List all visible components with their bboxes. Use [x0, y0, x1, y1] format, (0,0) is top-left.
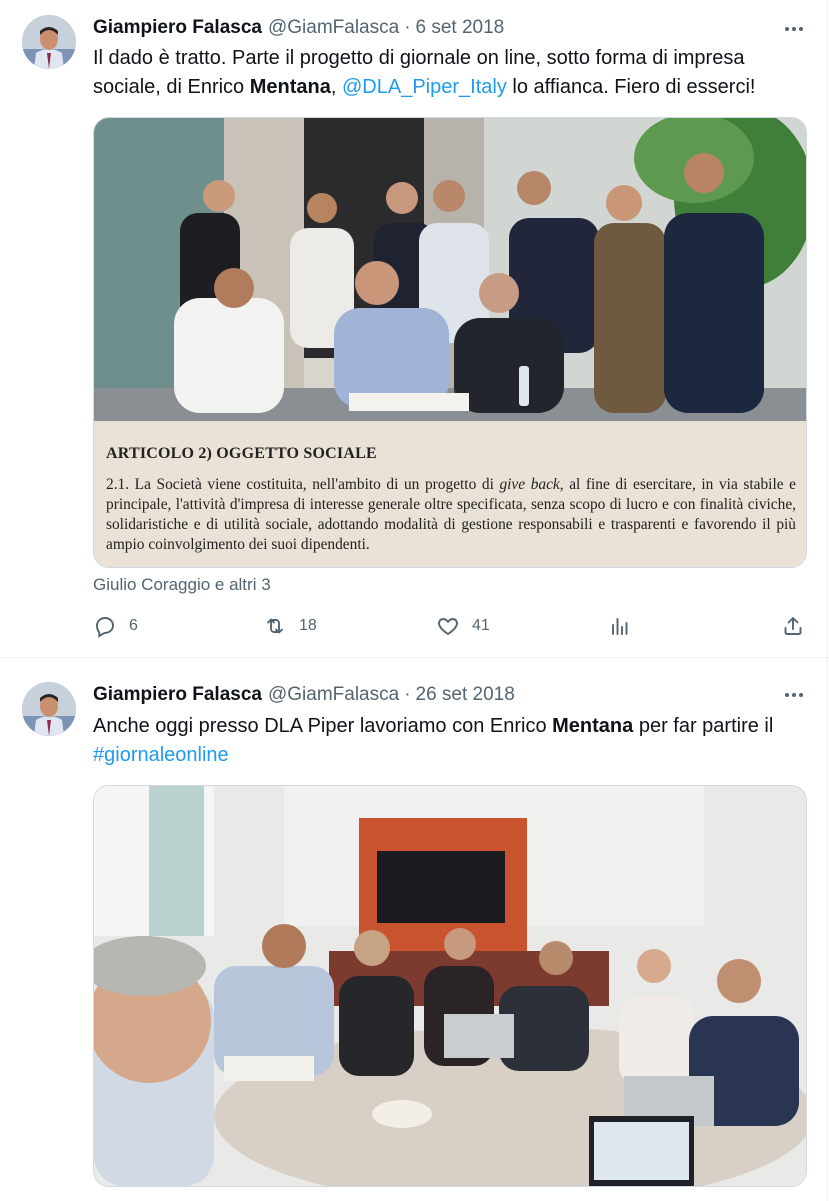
avatar[interactable] [22, 15, 76, 69]
separator: · [404, 684, 411, 705]
article-heading: ARTICOLO 2) OGGETTO SOCIALE [106, 445, 377, 462]
hashtag-link[interactable]: #giornaleonline [93, 744, 229, 766]
like-count: 41 [472, 617, 490, 634]
tweet-text: Il dado è tratto. Parte il progetto di g… [93, 44, 799, 102]
retweet-icon [267, 618, 283, 634]
article-body-italic: give back [499, 476, 560, 493]
article-excerpt: ARTICOLO 2) OGGETTO SOCIALE 2.1. La Soci… [94, 421, 806, 567]
tweet-date[interactable]: 26 set 2018 [416, 684, 515, 706]
retweet-count: 18 [299, 617, 317, 634]
liked-by[interactable]: Giulio Coraggio e altri 3 [93, 575, 271, 595]
tweet-photo[interactable]: ARTICOLO 2) OGGETTO SOCIALE 2.1. La Soci… [93, 117, 807, 568]
tweet-photo[interactable] [93, 785, 807, 1187]
mention-link[interactable]: @DLA_Piper_Italy [342, 76, 507, 98]
text-segment: lo affianca. Fiero di esserci! [506, 76, 756, 98]
retweet-button[interactable]: 18 [263, 614, 317, 638]
author-name[interactable]: Giampiero Falasca [93, 17, 262, 39]
reply-button[interactable]: 6 [93, 614, 138, 638]
reply-icon [96, 617, 114, 638]
avatar[interactable] [22, 682, 76, 736]
timeline-divider [827, 0, 828, 657]
highlighted-term: Mentana [552, 715, 634, 737]
timeline-divider [827, 658, 828, 1201]
share-icon [784, 617, 802, 635]
meeting-photo [94, 786, 806, 1186]
text-segment: Anche oggi presso DLA Piper lavoriamo co… [93, 715, 553, 737]
separator: · [404, 17, 411, 38]
author-name[interactable]: Giampiero Falasca [93, 684, 262, 706]
more-icon[interactable] [783, 18, 805, 40]
group-photo [94, 118, 806, 421]
tweet-header: Giampiero Falasca @GiamFalasca · 6 set 2… [93, 16, 504, 40]
highlighted-term: Mentana [249, 76, 331, 98]
share-button[interactable] [781, 614, 805, 638]
tweet[interactable]: Giampiero Falasca @GiamFalasca · 6 set 2… [0, 0, 829, 658]
like-button[interactable]: 41 [436, 614, 490, 638]
views-icon [612, 618, 628, 635]
tweet-text: Anche oggi presso DLA Piper lavoriamo co… [93, 712, 799, 770]
author-handle[interactable]: @GiamFalasca [268, 684, 399, 706]
text-segment: , [330, 76, 342, 98]
like-icon [438, 618, 458, 635]
text-segment: per far partire il [633, 715, 774, 737]
tweet[interactable]: Giampiero Falasca @GiamFalasca · 26 set … [0, 658, 829, 1201]
article-body: 2.1. La Società viene costituita, nell'a… [106, 475, 796, 555]
reply-count: 6 [129, 617, 138, 634]
article-body-text: 2.1. La Società viene costituita, nell'a… [106, 476, 500, 493]
author-handle[interactable]: @GiamFalasca [268, 17, 399, 39]
views-button[interactable] [608, 614, 632, 638]
tweet-header: Giampiero Falasca @GiamFalasca · 26 set … [93, 683, 515, 707]
more-icon[interactable] [783, 684, 805, 706]
tweet-actions: 6 18 41 [93, 614, 805, 638]
tweet-date[interactable]: 6 set 2018 [416, 17, 505, 39]
